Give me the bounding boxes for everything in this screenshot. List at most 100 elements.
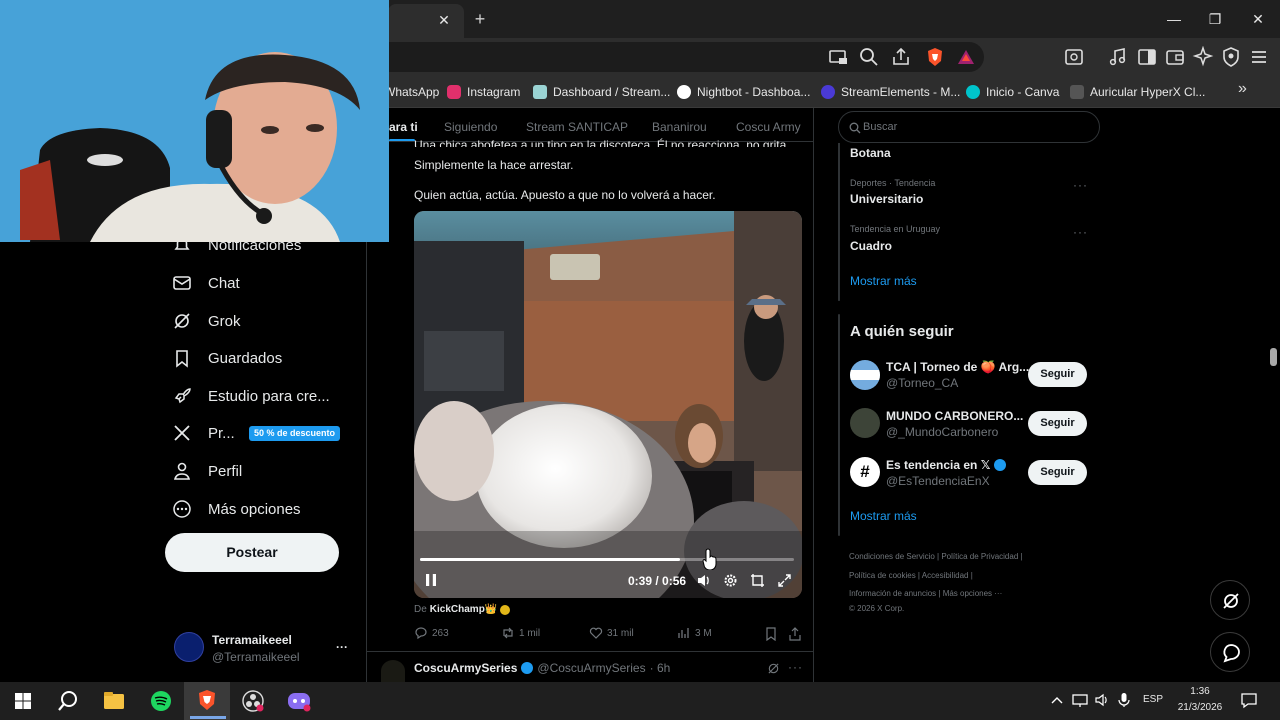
settings-gear-icon[interactable] (723, 573, 738, 588)
repost-button[interactable]: 1 mil (501, 626, 540, 640)
nav-chat[interactable]: Chat (172, 270, 240, 296)
brave-rewards-icon[interactable] (955, 46, 977, 68)
grok-icon (174, 313, 190, 329)
messages-fab-button[interactable] (1210, 632, 1250, 672)
bookmarks-overflow-icon[interactable]: » (1238, 80, 1247, 98)
trend-more-icon[interactable]: ··· (1073, 225, 1088, 239)
file-explorer-icon[interactable] (95, 684, 133, 718)
restore-button[interactable]: ❐ (1193, 6, 1237, 32)
bookmark-hyperx[interactable]: Auricular HyperX Cl... (1070, 82, 1205, 102)
volume-icon[interactable] (696, 573, 711, 588)
leo-ai-icon[interactable] (1192, 46, 1214, 68)
brave-shield-icon[interactable] (924, 46, 946, 68)
reply-button[interactable]: 263 (414, 626, 449, 640)
search-input[interactable]: Buscar (838, 111, 1100, 143)
language-indicator[interactable]: ESP (1138, 694, 1168, 705)
bookmark-nightbot[interactable]: Nightbot - Dashboa... (677, 82, 810, 102)
nav-mas-opciones[interactable]: Más opciones (172, 496, 301, 522)
bookmark-label: Auricular HyperX Cl... (1090, 85, 1206, 99)
pause-icon[interactable] (424, 573, 438, 587)
nav-grok[interactable]: Grok (172, 308, 241, 334)
share-tweet-icon[interactable] (788, 627, 802, 641)
network-icon[interactable] (1071, 692, 1089, 708)
follow-name-row[interactable]: Es tendencia en 𝕏 (886, 458, 1007, 472)
tweet-video[interactable]: 0:39 / 0:56 (414, 211, 802, 598)
next-tweet-name[interactable]: CoscuArmySeries (414, 661, 517, 675)
nav-estudio[interactable]: Estudio para cre... (172, 383, 330, 409)
follow-button[interactable]: Seguir (1028, 362, 1087, 387)
account-more-icon[interactable]: ··· (336, 640, 348, 654)
trend-name[interactable]: Universitario (850, 192, 923, 206)
discord-icon[interactable] (280, 684, 318, 718)
footer-links-2[interactable]: Política de cookies | Accesibilidad | (849, 571, 973, 580)
follow-button[interactable]: Seguir (1028, 411, 1087, 436)
avatar[interactable] (850, 408, 880, 438)
post-button[interactable]: Postear (165, 533, 339, 572)
notifications-icon[interactable] (1240, 691, 1258, 709)
split-view-icon[interactable] (1136, 46, 1158, 68)
follow-name[interactable]: MUNDO CARBONERO... (886, 409, 1023, 423)
video-progress-track[interactable] (420, 558, 794, 561)
nav-guardados[interactable]: Guardados (172, 345, 282, 371)
close-tab-icon[interactable]: ✕ (432, 9, 456, 31)
grok-small-icon[interactable] (767, 662, 780, 675)
share-icon[interactable] (890, 46, 912, 68)
tab-para-ti[interactable]: ara ti (389, 120, 418, 134)
tab-bananirou[interactable]: Bananirou (652, 120, 707, 134)
close-window-button[interactable]: ✕ (1236, 6, 1280, 32)
wallet-icon[interactable] (1164, 46, 1186, 68)
tab-stream-santicap[interactable]: Stream SANTICAP (526, 120, 628, 134)
grok-fab-button[interactable] (1210, 580, 1250, 620)
volume-tray-icon[interactable] (1094, 692, 1110, 708)
bookmark-dashboard[interactable]: Dashboard / Stream... (533, 82, 670, 102)
minimize-button[interactable]: — (1152, 6, 1196, 32)
search-taskbar-icon[interactable] (49, 684, 87, 718)
new-tab-button[interactable]: + (468, 7, 492, 31)
scrollbar[interactable] (1268, 108, 1280, 682)
bookmark-canva[interactable]: Inicio - Canva (966, 82, 1059, 102)
clock-date[interactable]: 21/3/2026 (1170, 702, 1230, 713)
avatar[interactable] (174, 632, 204, 662)
follow-show-more-link[interactable]: Mostrar más (850, 509, 917, 523)
cast-icon[interactable] (827, 46, 849, 68)
tab-coscu-army[interactable]: Coscu Army (736, 120, 801, 134)
tab-siguiendo[interactable]: Siguiendo (444, 120, 497, 134)
fullscreen-icon[interactable] (777, 573, 792, 588)
follow-button[interactable]: Seguir (1028, 460, 1087, 485)
brave-browser-icon[interactable] (188, 684, 226, 718)
trend-name[interactable]: Botana (850, 146, 891, 160)
hashtag-avatar-icon[interactable]: # (850, 457, 880, 487)
next-tweet-avatar[interactable] (381, 660, 405, 682)
tray-chevron-up-icon[interactable] (1050, 693, 1064, 707)
zoom-icon[interactable] (858, 46, 880, 68)
footer-links-3[interactable]: Información de anuncios | Más opciones ·… (849, 589, 1002, 598)
trends-show-more-link[interactable]: Mostrar más (850, 274, 917, 288)
bookmark-tweet-icon[interactable] (764, 627, 778, 641)
trend-more-icon[interactable]: ··· (1073, 178, 1088, 192)
source-name[interactable]: KickChamp👑 (430, 604, 497, 615)
sidebar-panel-icon[interactable] (1063, 46, 1085, 68)
like-button[interactable]: 31 mil (589, 626, 634, 640)
clock-time[interactable]: 1:36 (1170, 686, 1230, 697)
next-tweet-more-icon[interactable]: ··· (788, 660, 803, 674)
windows-start-icon[interactable] (4, 684, 42, 718)
trend-name[interactable]: Cuadro (850, 239, 892, 253)
vpn-shield-icon[interactable] (1220, 46, 1242, 68)
obs-icon[interactable] (234, 684, 272, 718)
picture-in-picture-icon[interactable] (750, 573, 765, 588)
bookmark-streamelements[interactable]: StreamElements - M... (821, 82, 960, 102)
nav-perfil[interactable]: Perfil (172, 458, 242, 484)
bookmark-whatsapp[interactable]: WhatsApp (384, 82, 439, 102)
spotify-icon[interactable] (142, 684, 180, 718)
bookmark-instagram[interactable]: Instagram (447, 82, 520, 102)
footer-links-1[interactable]: Condiciones de Servicio | Política de Pr… (849, 552, 1023, 561)
avatar[interactable] (850, 360, 880, 390)
microphone-icon[interactable] (1117, 692, 1131, 708)
nav-premium[interactable]: Pr... (172, 420, 235, 446)
music-icon[interactable] (1107, 46, 1129, 68)
views-button[interactable]: 3 M (677, 626, 712, 640)
follow-name[interactable]: TCA | Torneo de 🍑 Arg... (886, 360, 1029, 374)
instagram-icon (447, 85, 461, 99)
scrollbar-thumb[interactable] (1270, 348, 1277, 366)
menu-icon[interactable] (1248, 46, 1270, 68)
